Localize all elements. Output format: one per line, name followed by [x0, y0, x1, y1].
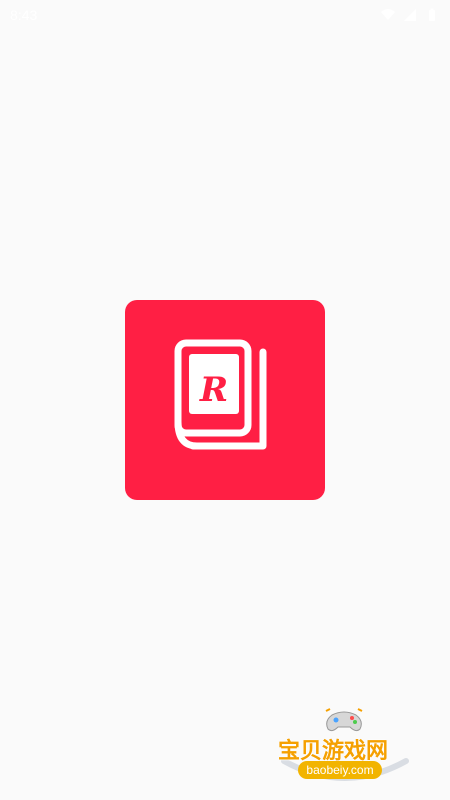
- watermark: 宝贝游戏网 baobeiy.com: [270, 705, 420, 790]
- status-time: 8:43: [10, 7, 38, 23]
- status-bar: 8:43: [0, 0, 450, 30]
- app-logo: R: [125, 300, 325, 500]
- wifi-icon: [380, 7, 396, 23]
- logo-letter: R: [199, 370, 228, 410]
- signal-icon: [402, 7, 418, 23]
- battery-icon: [424, 7, 440, 23]
- watermark-url: baobeiy.com: [298, 761, 382, 779]
- book-icon: R: [174, 339, 267, 450]
- status-icons: [380, 6, 440, 24]
- gamepad-icon: [325, 708, 363, 732]
